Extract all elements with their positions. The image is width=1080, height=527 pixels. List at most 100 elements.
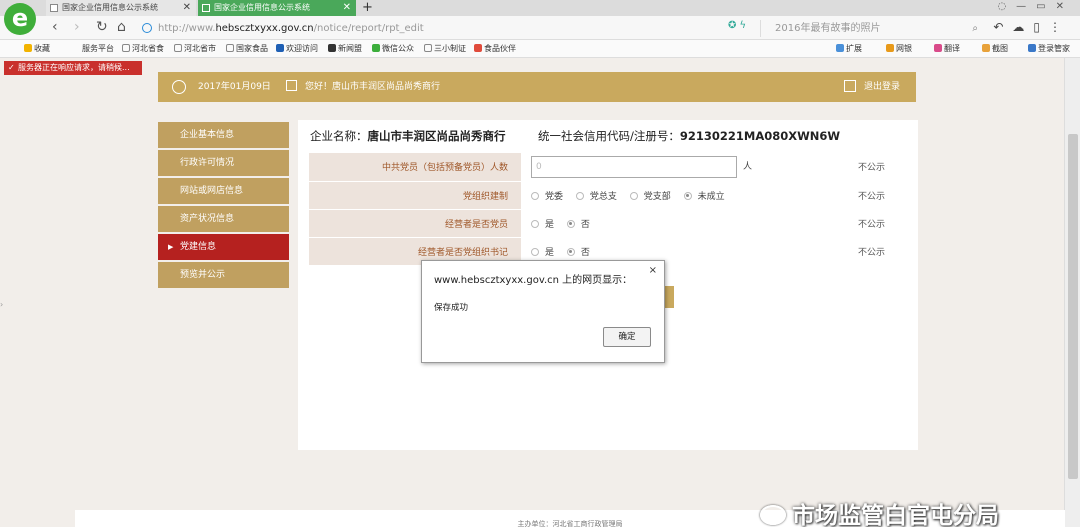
dialog-message: 保存成功 xyxy=(434,303,469,313)
bookmark-item[interactable]: 微信公众 xyxy=(372,40,414,58)
wechat-icon xyxy=(760,505,786,525)
sidebar: 企业基本信息 行政许可情况 网站或网店信息 资产状况信息 ▶ 党建信息 预览并公示 xyxy=(158,122,289,290)
bookmark-item[interactable]: 截图 xyxy=(982,40,1008,58)
clock-icon xyxy=(172,80,186,94)
toolbar-icons[interactable]: ↶☁▯⋮ xyxy=(993,20,1070,34)
radio-button-selected[interactable] xyxy=(566,219,575,228)
radio-option[interactable]: 是 xyxy=(531,247,554,258)
watermark: 市场监管白官屯分局 xyxy=(760,496,999,527)
bookmark-item[interactable]: 欢迎访问 xyxy=(276,40,318,58)
window-controls[interactable]: ◌—▭✕ xyxy=(997,1,1074,12)
bookmark-item[interactable]: 河北省食 xyxy=(122,40,164,58)
current-date: 2017年01月09日 xyxy=(198,82,271,92)
radio-button[interactable] xyxy=(531,191,539,200)
arrow-right-icon: ▶ xyxy=(168,243,174,251)
bookmark-item[interactable]: 新闻盟 xyxy=(328,40,362,58)
radio-option[interactable]: 党委 xyxy=(531,191,563,202)
forward-icon[interactable]: › xyxy=(74,19,80,35)
alert-dialog: www.hebscztxyxx.gov.cn 上的网页显示： × 保存成功 确定 xyxy=(421,260,665,363)
search-icon[interactable]: ⌕ xyxy=(972,20,978,37)
publicity-status[interactable]: 不公示 xyxy=(826,181,913,210)
bookmark-item[interactable]: 三小制证 xyxy=(424,40,466,58)
scrollbar-thumb[interactable] xyxy=(1068,134,1078,479)
grid-icon xyxy=(836,44,844,52)
browser-tab-2[interactable]: 国家企业信用信息公示系统 ✕ xyxy=(198,0,356,16)
side-collapse-handle[interactable]: › xyxy=(0,300,5,320)
field-label: 党组织建制 xyxy=(309,181,521,210)
scissors-icon xyxy=(982,44,990,52)
sidebar-item-basic-info[interactable]: 企业基本信息 xyxy=(158,122,289,148)
field-label: 经营者是否党员 xyxy=(309,209,521,238)
radio-option[interactable]: 否 xyxy=(566,247,590,258)
logout-link[interactable]: 退出登录 xyxy=(843,72,900,102)
sidebar-item-assets[interactable]: 资产状况信息 xyxy=(158,206,289,232)
scrollbar[interactable] xyxy=(1064,58,1080,527)
url-input[interactable]: http://www.hebscztxyxx.gov.cn/notice/rep… xyxy=(140,20,750,37)
radio-button-selected[interactable] xyxy=(683,191,692,200)
radio-button[interactable] xyxy=(575,191,584,200)
globe-icon xyxy=(142,23,152,33)
radio-option[interactable]: 未成立 xyxy=(683,191,725,202)
save-button[interactable] xyxy=(664,286,674,308)
lightning-icon[interactable]: ✪ ϟ xyxy=(728,20,746,31)
radio-button[interactable] xyxy=(629,191,638,200)
url-domain: hebscztxyxx.gov.cn xyxy=(215,23,314,34)
page-icon xyxy=(424,44,432,52)
bookmark-item[interactable]: 扩展 xyxy=(836,40,862,58)
publicity-status[interactable]: 不公示 xyxy=(826,153,913,182)
sidebar-item-preview[interactable]: 预览并公示 xyxy=(158,262,289,288)
url-prefix: http://www. xyxy=(158,23,216,34)
radio-option[interactable]: 党支部 xyxy=(629,191,671,202)
sidebar-item-website[interactable]: 网站或网店信息 xyxy=(158,178,289,204)
bookmark-item[interactable]: 食品伙伴 xyxy=(474,40,516,58)
home-icon[interactable]: ⌂ xyxy=(117,19,126,35)
form-row: 中共党员（包括预备党员）人数 0人 不公示 xyxy=(309,153,913,182)
bookmark-item[interactable]: 收藏 xyxy=(24,40,50,58)
company-name: 企业名称：唐山市丰润区尚品尚秀商行 xyxy=(310,129,506,143)
radio-button-selected[interactable] xyxy=(566,247,575,256)
radio-button[interactable] xyxy=(531,247,539,256)
bookmark-item[interactable]: 登录管家 xyxy=(1028,40,1070,58)
publicity-status[interactable]: 不公示 xyxy=(826,209,913,238)
search-input[interactable]: 2016年最有故事的照片 ⌕ xyxy=(760,20,980,37)
page-icon xyxy=(50,4,58,12)
url-path: /notice/report/rpt_edit xyxy=(313,23,424,34)
ok-button[interactable]: 确定 xyxy=(603,327,651,347)
tab-2-close-icon[interactable]: ✕ xyxy=(343,0,351,16)
translate-icon xyxy=(934,44,942,52)
form-row: 党组织建制 党委 党总支 党支部 未成立 不公示 xyxy=(309,181,913,210)
wechat-icon xyxy=(372,44,380,52)
radio-option[interactable]: 是 xyxy=(531,219,554,230)
greeting: 您好！唐山市丰润区尚品尚秀商行 xyxy=(286,72,440,102)
sidebar-item-party[interactable]: ▶ 党建信息 xyxy=(158,234,289,260)
radio-option[interactable]: 党总支 xyxy=(575,191,617,202)
logout-icon xyxy=(843,80,856,92)
new-tab-icon[interactable]: + xyxy=(362,0,373,15)
dialog-title: www.hebscztxyxx.gov.cn 上的网页显示： xyxy=(434,275,633,286)
address-bar: ‹ › ↻ ⌂ http://www.hebscztxyxx.gov.cn/no… xyxy=(0,16,1080,40)
member-count-input[interactable]: 0 xyxy=(531,155,737,178)
user-icon xyxy=(1028,44,1036,52)
site-icon xyxy=(328,44,336,52)
warning-icon: ✓ xyxy=(8,63,15,72)
form-row: 经营者是否党员 是 否 不公示 xyxy=(309,209,913,238)
bank-icon xyxy=(886,44,894,52)
header-band: 2017年01月09日 您好！唐山市丰润区尚品尚秀商行 退出登录 xyxy=(158,72,916,102)
radio-button[interactable] xyxy=(531,219,539,228)
back-icon[interactable]: ‹ xyxy=(52,19,58,35)
close-icon[interactable]: × xyxy=(649,265,657,276)
bookmark-item[interactable]: 河北省市 xyxy=(174,40,216,58)
publicity-status[interactable]: 不公示 xyxy=(826,237,913,266)
bookmark-item[interactable]: 翻译 xyxy=(934,40,960,58)
bookmark-item[interactable]: 服务平台 xyxy=(82,40,114,58)
party-info-form: 中共党员（包括预备党员）人数 0人 不公示 党组织建制 党委 党总支 党支部 未… xyxy=(309,153,913,266)
tab-2-label: 国家企业信用信息公示系统 xyxy=(214,3,310,12)
radio-option[interactable]: 否 xyxy=(566,219,590,230)
bookmark-item[interactable]: 网银 xyxy=(886,40,912,58)
tab-1-close-icon[interactable]: ✕ xyxy=(183,0,191,16)
reload-icon[interactable]: ↻ xyxy=(96,19,108,35)
browser-tab-1[interactable]: 国家企业信用信息公示系统 ✕ xyxy=(46,0,196,16)
bookmark-item[interactable]: 国家食品 xyxy=(226,40,268,58)
sidebar-item-license[interactable]: 行政许可情况 xyxy=(158,150,289,176)
site-icon xyxy=(276,44,284,52)
